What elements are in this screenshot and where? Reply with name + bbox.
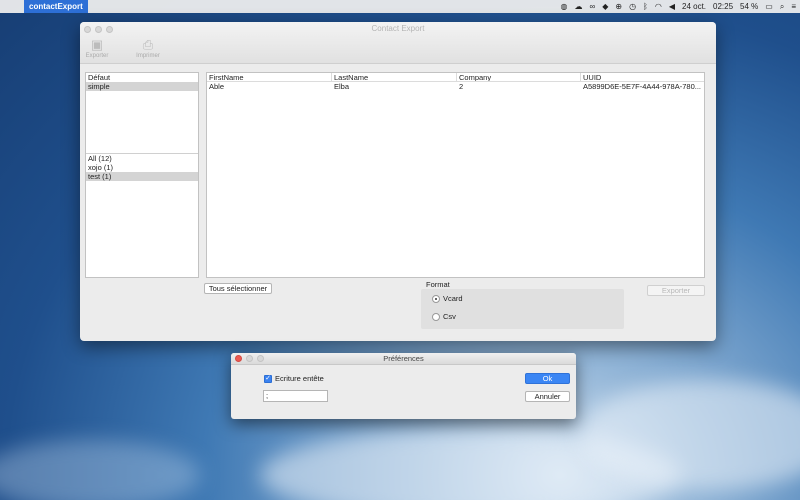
select-all-button[interactable]: Tous sélectionner — [204, 283, 272, 294]
menubar-date[interactable]: 24 oct. — [682, 2, 706, 11]
search-icon[interactable]: ⌕ — [780, 2, 784, 12]
format-label: Format — [426, 280, 450, 289]
window-title: Contact Export — [371, 24, 425, 33]
format-option-vcard[interactable]: Vcard — [432, 294, 463, 304]
vcard-label: Vcard — [443, 294, 463, 303]
header-checkbox-row[interactable]: ✓ Ecriture entête — [264, 374, 324, 384]
group-item-test[interactable]: test (1) — [86, 172, 198, 181]
contacts-table[interactable]: FirstName LastName Company UUID Able Elb… — [206, 72, 705, 278]
ok-button[interactable]: Ok — [525, 373, 570, 384]
vcard-radio[interactable] — [432, 295, 440, 304]
csv-radio[interactable] — [432, 313, 440, 322]
battery-icon[interactable]: ▭ — [765, 2, 773, 11]
dialog-titlebar: Préférences — [231, 353, 576, 365]
group-item-all[interactable]: All (12) — [86, 154, 198, 163]
cell-company: 2 — [459, 82, 464, 91]
dropbox-icon[interactable]: ◆ — [602, 2, 608, 11]
groups-bottom-section: All (12) xojo (1) test (1) — [86, 154, 198, 181]
header-checkbox-label: Ecriture entête — [275, 374, 324, 383]
menubar-time[interactable]: 02:25 — [713, 2, 733, 11]
export-toolbar-label: Exporter — [85, 53, 109, 59]
wifi-icon[interactable]: ◠ — [655, 2, 662, 11]
cell-uuid: A5899D6E-5E7F-4A44-978A-780... — [583, 82, 701, 91]
group-item-default[interactable]: Défaut — [86, 73, 198, 82]
export-toolbar-button[interactable]: ▣ Exporter — [80, 36, 114, 59]
format-group: Vcard Csv — [421, 289, 624, 329]
battery-percent[interactable]: 54 % — [740, 2, 758, 11]
contact-export-window: Contact Export ▣ Exporter ⎙ Imprimer Déf… — [80, 22, 716, 341]
csv-label: Csv — [443, 312, 456, 321]
printer-icon: ⎙ — [142, 37, 154, 52]
app-menu[interactable]: contactExport — [24, 0, 88, 13]
column-header-company[interactable]: Company — [457, 73, 581, 81]
cell-lastname: Elba — [334, 82, 350, 91]
status-icon[interactable]: ◍ — [561, 2, 568, 11]
cancel-button[interactable]: Annuler — [525, 391, 570, 402]
volume-icon[interactable]: ◀ — [669, 2, 675, 11]
header-checkbox[interactable]: ✓ — [264, 375, 272, 384]
print-toolbar-button[interactable]: ⎙ Imprimer — [131, 36, 165, 59]
window-titlebar: Contact Export ▣ Exporter ⎙ Imprimer — [80, 22, 716, 64]
export-button[interactable]: Exporter — [647, 285, 705, 296]
groups-top-section: Défaut simple — [86, 73, 198, 153]
status-area: ◍ ☁ ∞ ◆ ⊕ ◷ ᛒ ◠ ◀ 24 oct. 02:25 54 % ▭ ⌕… — [561, 0, 796, 13]
group-item-simple[interactable]: simple — [86, 82, 198, 91]
bluetooth-icon[interactable]: ᛒ — [643, 2, 648, 11]
preferences-dialog: Préférences ✓ Ecriture entête ; Ok Annule… — [231, 353, 576, 419]
separator-field[interactable]: ; — [263, 390, 328, 402]
wallpaper-cloud — [0, 440, 200, 500]
format-option-csv[interactable]: Csv — [432, 312, 456, 322]
time-machine-icon[interactable]: ◷ — [629, 2, 636, 11]
column-header-firstname[interactable]: FirstName — [207, 73, 332, 81]
groups-list[interactable]: Défaut simple All (12) xojo (1) test (1) — [85, 72, 199, 278]
print-toolbar-label: Imprimer — [136, 53, 160, 59]
cloud-icon[interactable]: ☁ — [575, 2, 583, 11]
column-header-lastname[interactable]: LastName — [332, 73, 457, 81]
list-icon[interactable]: ≡ — [791, 2, 796, 11]
glasses-icon[interactable]: ∞ — [590, 2, 596, 11]
table-row[interactable]: Able Elba 2 A5899D6E-5E7F-4A44-978A-780.… — [207, 82, 704, 91]
globe-icon[interactable]: ⊕ — [615, 2, 622, 11]
column-header-uuid[interactable]: UUID — [581, 73, 704, 81]
menu-bar: contactExport ◍ ☁ ∞ ◆ ⊕ ◷ ᛒ ◠ ◀ 24 oct. … — [0, 0, 800, 13]
group-item-xojo[interactable]: xojo (1) — [86, 163, 198, 172]
export-icon: ▣ — [90, 37, 104, 52]
table-header: FirstName LastName Company UUID — [207, 73, 704, 82]
cell-firstname: Able — [209, 82, 225, 91]
dialog-title: Préférences — [383, 354, 424, 363]
